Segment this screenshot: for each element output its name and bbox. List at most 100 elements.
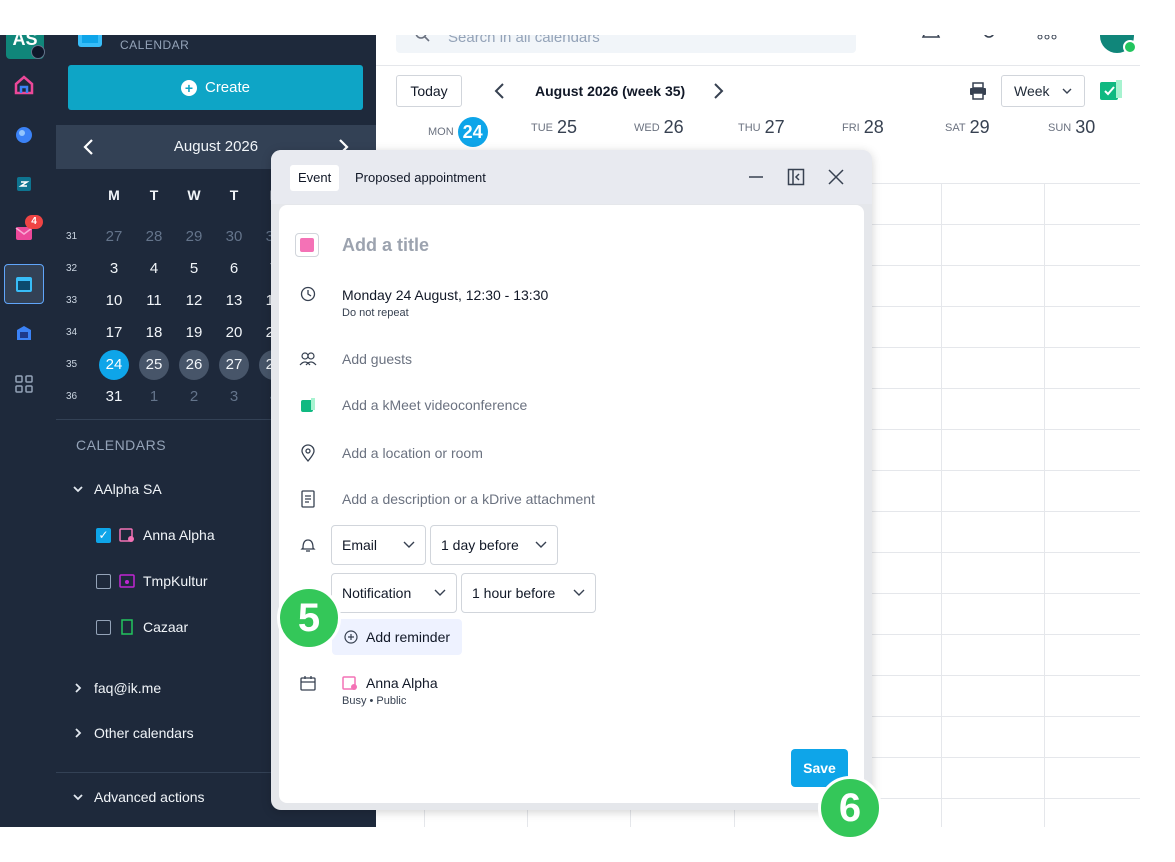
reminder-1-time-select[interactable]: 1 day before <box>430 525 558 565</box>
mini-calendar-day[interactable]: 3 <box>219 382 249 412</box>
reminder-1-type-select[interactable]: Email <box>331 525 426 565</box>
event-calendar-selector[interactable]: Anna Alpha <box>366 675 438 691</box>
add-videoconference-field[interactable]: Add a kMeet videoconference <box>342 397 527 413</box>
event-title-input[interactable]: Add a title <box>342 235 429 256</box>
day-header-sun[interactable]: SUN 30 <box>1048 117 1095 138</box>
group-advanced-actions[interactable]: Advanced actions <box>72 789 205 805</box>
calendar-app-icon[interactable] <box>4 264 44 304</box>
add-location-field[interactable]: Add a location or room <box>342 445 483 461</box>
kmeet-logo-icon[interactable] <box>1098 78 1124 104</box>
day-header-sat[interactable]: SAT 29 <box>945 117 990 138</box>
mini-calendar-day[interactable]: 3 <box>99 254 129 284</box>
step-6-callout: 6 <box>818 776 882 840</box>
mini-calendar-day[interactable]: 4 <box>139 254 169 284</box>
chevron-right-icon <box>75 683 82 693</box>
mini-calendar-day[interactable]: 31 <box>99 382 129 412</box>
mini-calendar-day[interactable]: 26 <box>179 350 209 380</box>
search-bar[interactable]: Search in all calendars <box>396 35 856 53</box>
calendar-item-anna[interactable]: ✓ Anna Alpha <box>96 527 215 543</box>
mini-calendar-today[interactable]: 24 <box>99 350 129 380</box>
reminder-2-time-select[interactable]: 1 hour before <box>461 573 596 613</box>
step-5-callout: 5 <box>277 586 341 650</box>
group-label: AAlpha SA <box>94 481 162 497</box>
close-icon[interactable] <box>825 166 847 188</box>
prev-week-icon[interactable] <box>490 81 510 101</box>
week-days-header: MON 24 TUE 25 WED 26 THU 27 FRI 28 SAT 2… <box>376 117 1140 153</box>
mini-calendar-day[interactable]: 10 <box>99 286 129 316</box>
week-number: 32 <box>66 263 78 274</box>
day-header-wed[interactable]: WED 26 <box>634 117 684 138</box>
tab-proposed-appointment[interactable]: Proposed appointment <box>347 165 494 191</box>
mini-calendar-day[interactable]: 27 <box>219 350 249 380</box>
event-repeat[interactable]: Do not repeat <box>342 307 409 319</box>
mini-calendar-day[interactable]: 28 <box>139 222 169 252</box>
select-value: Email <box>342 537 378 553</box>
mini-calendar-day[interactable]: 1 <box>139 382 169 412</box>
create-button[interactable]: + Create <box>68 65 363 110</box>
group-faq[interactable]: faq@ik.me <box>72 680 161 696</box>
event-datetime[interactable]: Monday 24 August, 12:30 - 13:30 <box>342 287 548 303</box>
mini-calendar-day[interactable]: 6 <box>219 254 249 284</box>
calendar-checkbox[interactable] <box>96 573 111 589</box>
next-week-icon[interactable] <box>708 81 728 101</box>
mini-calendar-day[interactable]: 27 <box>99 222 129 252</box>
group-other-calendars[interactable]: Other calendars <box>72 725 194 741</box>
mini-calendar-day[interactable]: 29 <box>179 222 209 252</box>
day-date: 28 <box>863 117 884 137</box>
euria-icon[interactable] <box>12 123 36 147</box>
home-icon[interactable] <box>12 73 36 97</box>
mini-calendar-day[interactable]: 5 <box>179 254 209 284</box>
header-divider <box>376 65 1140 66</box>
mini-calendar-day[interactable]: 2 <box>179 382 209 412</box>
mini-calendar-day[interactable]: 19 <box>179 318 209 348</box>
reminder-2-type-select[interactable]: Notification <box>331 573 457 613</box>
mini-calendar-day[interactable]: 17 <box>99 318 129 348</box>
minimize-icon[interactable] <box>745 166 767 188</box>
mini-calendar-day[interactable]: 30 <box>219 222 249 252</box>
add-reminder-button[interactable]: Add reminder <box>332 619 463 655</box>
mini-calendar-day[interactable]: 20 <box>219 318 249 348</box>
day-header-tue[interactable]: TUE 25 <box>531 117 577 138</box>
kdrive-icon[interactable] <box>12 172 36 196</box>
dialog-body: Add a title Monday 24 August, 12:30 - 13… <box>279 205 864 803</box>
day-name: THU <box>738 121 761 134</box>
mini-calendar-day[interactable]: 25 <box>139 350 169 380</box>
day-name: FRI <box>842 121 860 134</box>
bell-icon[interactable] <box>920 35 942 43</box>
account-chevron-icon[interactable] <box>31 45 45 59</box>
today-button[interactable]: Today <box>396 75 462 107</box>
event-color-picker[interactable] <box>295 233 319 257</box>
event-dialog: Event Proposed appointment Add a title M… <box>271 150 872 810</box>
calendar-checkbox[interactable]: ✓ <box>96 527 111 543</box>
calendar-item-cazaar[interactable]: Cazaar <box>96 619 188 635</box>
day-header-mon[interactable]: MON 24 <box>428 117 488 147</box>
day-header-fri[interactable]: FRI 28 <box>842 117 884 138</box>
more-apps-icon[interactable] <box>1036 35 1058 43</box>
add-description-field[interactable]: Add a description or a kDrive attachment <box>342 491 595 507</box>
add-guests-field[interactable]: Add guests <box>342 351 412 367</box>
calendar-checkbox[interactable] <box>96 619 111 635</box>
day-name: WED <box>634 121 660 134</box>
dock-panel-icon[interactable] <box>785 166 807 188</box>
chevron-right-icon <box>75 728 82 738</box>
day-header-thu[interactable]: THU 27 <box>738 117 785 138</box>
calendar-item-tmpkultur[interactable]: TmpKultur <box>96 573 208 589</box>
apps-grid-icon[interactable] <box>12 372 36 396</box>
tab-event[interactable]: Event <box>290 165 340 191</box>
group-aalpha[interactable]: AAlpha SA <box>72 481 162 497</box>
calendars-section-title: CALENDARS <box>76 437 167 453</box>
calendar-pink-icon <box>342 676 357 690</box>
app-name: CALENDAR <box>120 38 190 52</box>
mini-calendar-day[interactable]: 11 <box>139 286 169 316</box>
mini-calendar-day[interactable]: 13 <box>219 286 249 316</box>
mini-calendar-day[interactable]: 18 <box>139 318 169 348</box>
view-select[interactable]: Week <box>1001 75 1085 107</box>
door-icon <box>121 619 133 635</box>
day-date-today: 24 <box>457 117 488 147</box>
mini-calendar-day[interactable]: 12 <box>179 286 209 316</box>
contacts-icon[interactable] <box>12 321 36 345</box>
gear-icon[interactable] <box>978 35 1000 43</box>
print-icon[interactable] <box>968 81 988 101</box>
event-visibility[interactable]: Busy • Public <box>342 695 406 707</box>
calendar-app: AS 4 CALENDAR + Create August 2026 M T W… <box>0 35 1140 827</box>
